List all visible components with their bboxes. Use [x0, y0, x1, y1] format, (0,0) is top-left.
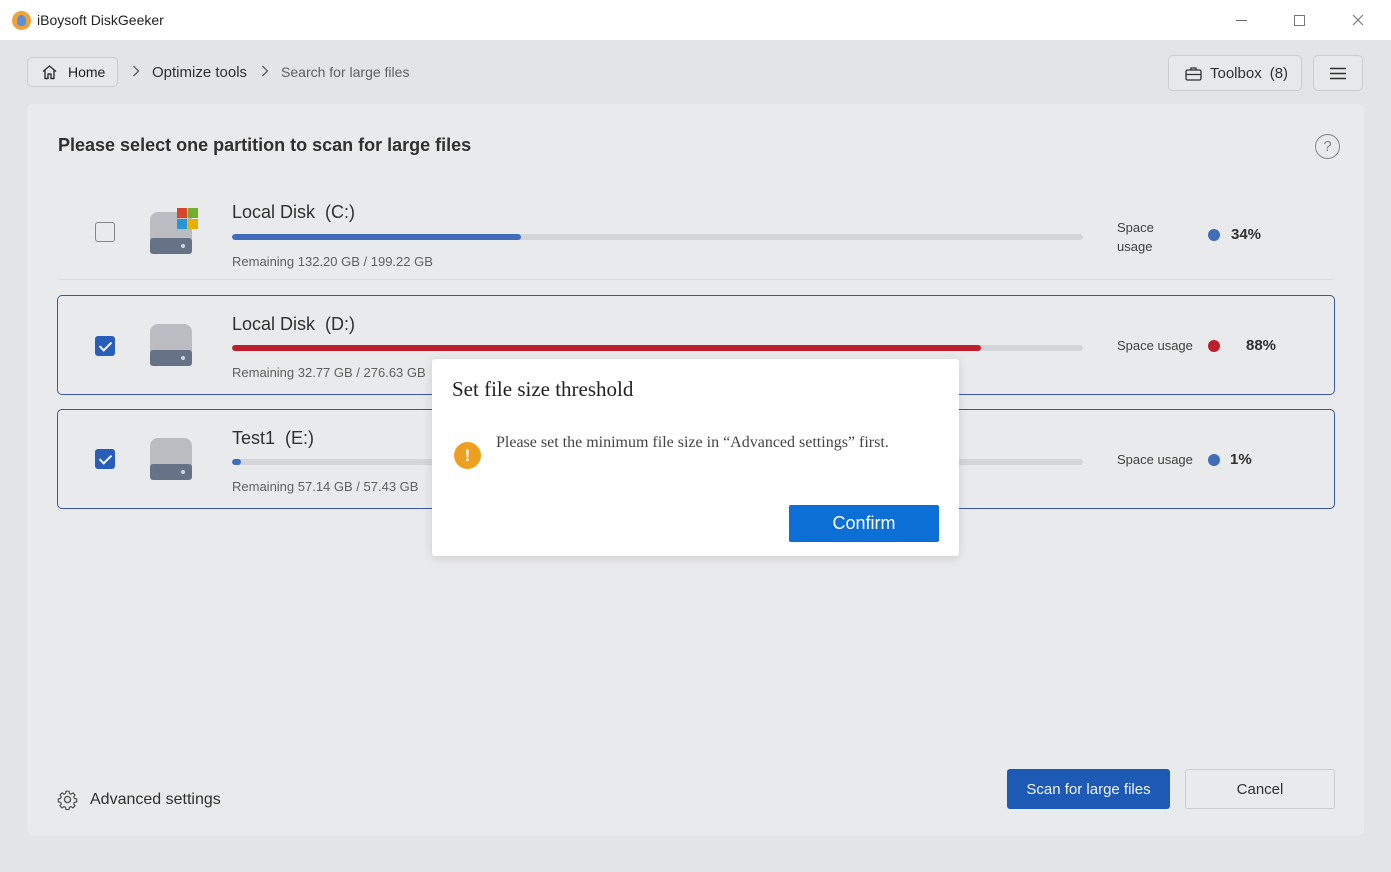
- app-logo-icon: [12, 11, 31, 30]
- dialog-title: Set file size threshold: [452, 377, 634, 401]
- maximize-icon: [1293, 14, 1305, 26]
- maximize-button[interactable]: [1270, 0, 1328, 40]
- title-bar: iBoysoft DiskGeeker: [0, 0, 1391, 40]
- minimize-icon: [1235, 19, 1247, 21]
- warning-icon: !: [454, 442, 481, 469]
- file-size-threshold-dialog: Set file size threshold ! Please set the…: [432, 359, 959, 556]
- close-button[interactable]: [1329, 0, 1387, 40]
- minimize-button[interactable]: [1212, 0, 1270, 40]
- confirm-button[interactable]: Confirm: [789, 505, 939, 542]
- app-title: iBoysoft DiskGeeker: [37, 12, 164, 28]
- dialog-message: Please set the minimum file size in “Adv…: [496, 434, 889, 451]
- close-icon: [1352, 14, 1364, 26]
